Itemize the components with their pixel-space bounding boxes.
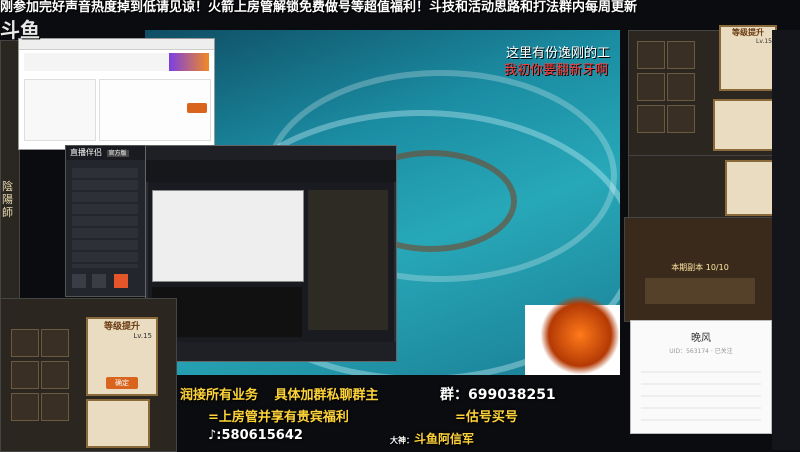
banner-group-number: 699038251: [468, 387, 556, 403]
fire-dragon-icon: [540, 295, 620, 375]
dungeon-info-row: [645, 278, 755, 304]
left-strip: [0, 40, 20, 302]
reward-card: [86, 399, 150, 448]
overlay-text-red: 我初你要翻新牙啊: [503, 63, 608, 78]
inventory-slot[interactable]: [667, 105, 695, 133]
inventory-slot[interactable]: [41, 393, 69, 421]
banner-group-label: 群：: [440, 387, 468, 403]
inventory-slot[interactable]: [637, 73, 665, 101]
tiktok-icon: ♪: [208, 428, 217, 443]
card-level: Lv.15: [756, 38, 772, 45]
nested-game-panel: [308, 190, 388, 330]
inventory-slot[interactable]: [667, 41, 695, 69]
banner-god-name: 斗鱼阿信军: [414, 432, 475, 446]
card-title: 等级提升: [103, 322, 140, 332]
stream-app-window[interactable]: 直播伴侣 官方版: [65, 145, 147, 297]
popup-menu[interactable]: [641, 361, 761, 421]
inventory-slot[interactable]: [637, 41, 665, 69]
banner-tiktok: ♪:580615642: [208, 428, 303, 443]
platform-logo: 斗鱼: [0, 18, 40, 42]
card-level: Lv.15: [133, 332, 152, 340]
tool-icon[interactable]: [92, 274, 106, 288]
capture-bottom-bar[interactable]: [146, 342, 396, 361]
right-edge-strip: [772, 30, 800, 450]
inventory-slot[interactable]: [11, 361, 39, 389]
capture-window[interactable]: [145, 145, 397, 362]
banner-god-label: 大神：: [390, 436, 414, 445]
confirm-button[interactable]: 确定: [106, 377, 138, 389]
action-button[interactable]: [187, 103, 207, 113]
level-up-card-right: 等级提升 Lv.15: [719, 25, 777, 91]
stream-app-tag: 官方版: [106, 150, 129, 157]
tiktok-id: 580615642: [221, 428, 303, 443]
popup-username: 晚风: [691, 333, 711, 344]
inventory-slot[interactable]: [11, 393, 39, 421]
info-banner: 润接所有业务 具体加群私聊群主 群：699038251 =上房管并享有贵宾福利 …: [180, 380, 610, 450]
promo-banner[interactable]: [169, 53, 209, 71]
left-game-panel: 等级提升 Lv.15 确定: [0, 298, 177, 452]
popup-subtitle: UID：563174 · 已关注: [669, 348, 733, 355]
right-game-panel-top: 等级提升 Lv.15: [628, 25, 777, 157]
scene-list[interactable]: [72, 168, 138, 268]
profile-card: [24, 79, 96, 141]
nested-browser: [152, 190, 304, 282]
dungeon-panel: 本期副本 10/10: [624, 217, 776, 322]
banner-vip: =上房管并享有贵宾福利: [208, 410, 349, 425]
stat-card-small: [725, 160, 775, 216]
banner-service: 润接所有业务: [180, 388, 259, 403]
capture-titlebar: [146, 146, 396, 160]
banner-trade: =估号买号: [455, 410, 518, 425]
inventory-slot[interactable]: [11, 329, 39, 357]
inventory-slot[interactable]: [667, 73, 695, 101]
capture-preview: [148, 182, 394, 342]
inventory-slot[interactable]: [637, 105, 665, 133]
capture-toolbar: [146, 160, 396, 182]
user-popup[interactable]: 晚风 UID：563174 · 已关注: [630, 320, 772, 434]
stat-card: [713, 99, 775, 151]
inventory-slot[interactable]: [41, 361, 69, 389]
side-title: 陰陽師: [2, 180, 13, 219]
banner-contact: 具体加群私聊群主: [274, 388, 379, 403]
dungeon-progress: 本期副本 10/10: [671, 263, 729, 272]
live-icon[interactable]: [114, 274, 128, 288]
right-game-panel-mid: [628, 155, 775, 219]
browser-window[interactable]: [18, 38, 215, 150]
inventory-slot[interactable]: [41, 329, 69, 357]
stream-app-header: 直播伴侣 官方版: [66, 146, 146, 160]
level-up-card: 等级提升 Lv.15 确定: [86, 317, 158, 396]
tool-icon[interactable]: [72, 274, 86, 288]
stream-app-title: 直播伴侣: [70, 148, 102, 157]
card-title: 等级提升: [732, 28, 764, 37]
scrolling-marquee: 刚参加完好声音热度掉到低请见谅！火箭上房管解锁免费做号等超值福利！斗技和活动思路…: [0, 0, 638, 15]
